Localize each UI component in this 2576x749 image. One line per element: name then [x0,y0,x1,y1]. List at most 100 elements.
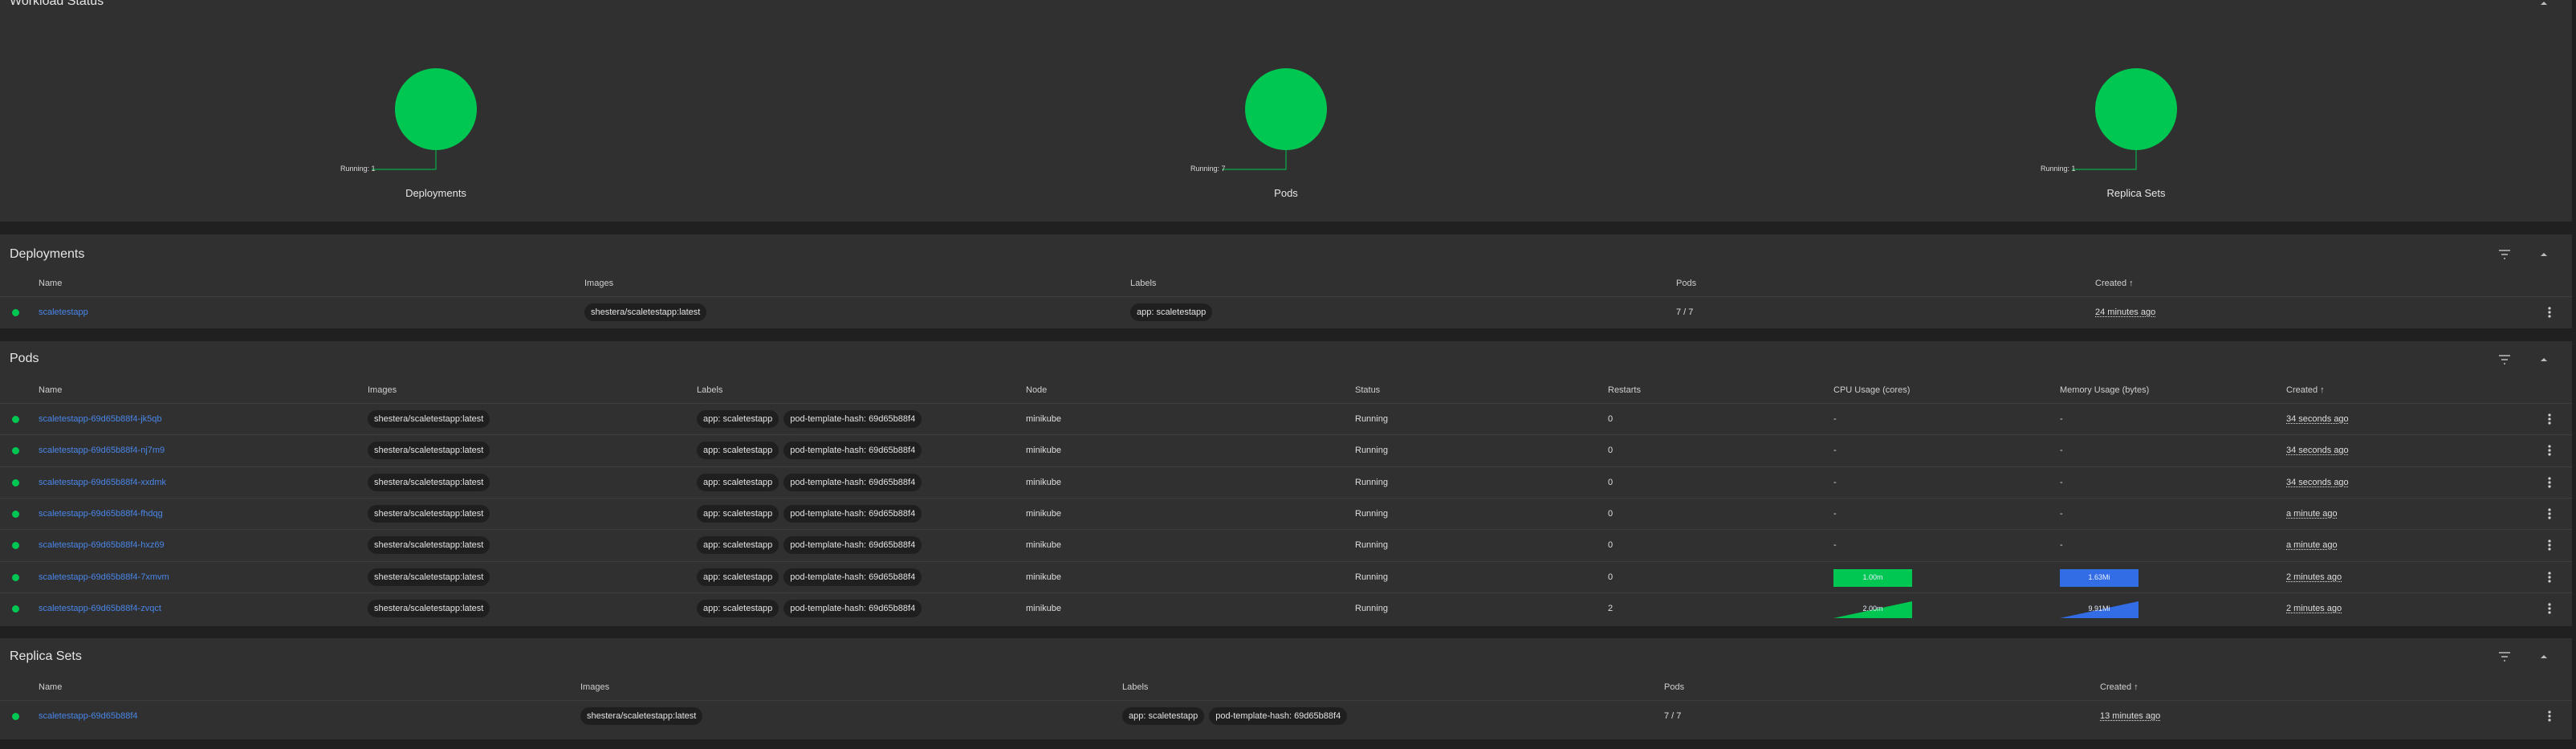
deployments-collapse-button[interactable] [2534,245,2554,264]
pod-labels: app: scaletestapp pod-template-hash: 69d6… [697,467,926,498]
filter-icon [2499,355,2510,364]
table-row[interactable]: scaletestapp-69d65b88f4 shestera/scalete… [0,700,2572,731]
table-row[interactable]: scaletestapp-69d65b88f4-fhdqg shestera/s… [0,497,2572,529]
deployment-name-link[interactable]: scaletestapp [39,297,88,328]
workload-pods[interactable]: Running: 7 Pods [1174,64,1398,233]
pods-col-memory: Memory Usage (bytes) [2060,385,2150,395]
pod-cpu: 1.00m [1833,562,1922,592]
collapse-workload-status-button[interactable] [2534,0,2554,13]
replica-sets-col-created[interactable]: Created ↑ [2100,678,2139,697]
pod-name-link[interactable]: scaletestapp-69d65b88f4-fhdqg [39,499,163,529]
deployments-filter-button[interactable] [2495,245,2514,264]
running-status-icon [12,604,19,613]
more-vert-icon [2548,710,2551,722]
row-actions-menu-button[interactable] [2540,303,2559,322]
replica-sets-filter-button[interactable] [2495,647,2514,666]
pod-restarts: 0 [1608,508,1614,519]
pod-labels: app: scaletestapp pod-template-hash: 69d6… [697,404,926,434]
pod-created: 34 seconds ago [2286,477,2349,487]
row-actions-menu-button[interactable] [2540,409,2559,429]
pod-restarts: 0 [1608,414,1614,424]
deployment-images: shestera/scaletestapp:latest [584,297,711,328]
image-chip: shestera/scaletestapp:latest [368,536,490,555]
pod-restarts: 0 [1608,446,1614,456]
pods-col-status[interactable]: Status [1355,381,1380,400]
label-chip: pod-template-hash: 69d65b88f4 [783,568,922,586]
workload-status-card: Workload Status Running: 1 Deployments R… [0,0,2572,222]
table-row[interactable]: scaletestapp-69d65b88f4-zvqct shestera/s… [0,592,2572,624]
cpu-sparkline-value: 2.00m [1862,604,1883,613]
pods-col-restarts[interactable]: Restarts [1608,381,1641,400]
replica-set-labels: app: scaletestapp pod-template-hash: 69d6… [1122,701,1352,731]
cpu-sparkline: 1.00m [1833,568,1912,587]
workload-deployments[interactable]: Running: 1 Deployments [324,64,548,233]
row-actions-menu-button[interactable] [2540,706,2559,726]
row-actions-menu-button[interactable] [2540,441,2559,460]
deployments-col-created[interactable]: Created ↑ [2095,274,2134,293]
pod-name-link[interactable]: scaletestapp-69d65b88f4-hxz69 [39,530,165,560]
pods-col-images[interactable]: Images [368,381,397,400]
pod-cpu: - [1833,508,1837,519]
deployments-col-pods[interactable]: Pods [1676,274,1696,293]
replica-sets-collapse-button[interactable] [2534,647,2554,666]
pod-images: shestera/scaletestapp:latest [368,435,494,466]
pod-name-link[interactable]: scaletestapp-69d65b88f4-7xmvm [39,562,169,592]
workload-replica-sets[interactable]: Running: 1 Replica Sets [2024,64,2248,233]
pods-col-name[interactable]: Name [39,381,62,400]
pod-labels: app: scaletestapp pod-template-hash: 69d6… [697,593,926,624]
deployments-col-images[interactable]: Images [584,274,613,293]
more-vert-icon [2548,508,2551,519]
label-chip: pod-template-hash: 69d65b88f4 [783,536,922,555]
replica-sets-col-pods[interactable]: Pods [1664,678,1684,697]
running-status-icon [12,573,19,581]
pod-created: 2 minutes ago [2286,572,2342,582]
pods-filter-button[interactable] [2495,350,2514,369]
label-chip: app: scaletestapp [697,568,779,586]
row-actions-menu-button[interactable] [2540,473,2559,492]
pod-cpu: 2.00m [1833,593,1922,624]
deployments-col-labels[interactable]: Labels [1130,274,1156,293]
pods-running-label: Running: 7 [1190,165,1226,173]
table-row[interactable]: scaletestapp-69d65b88f4-7xmvm shestera/s… [0,560,2572,592]
row-actions-menu-button[interactable] [2540,599,2559,618]
table-row[interactable]: scaletestapp-69d65b88f4-xxdmk shestera/s… [0,466,2572,498]
pods-col-node[interactable]: Node [1026,381,1047,400]
running-status-icon [12,478,19,486]
replica-sets-col-name[interactable]: Name [39,678,62,697]
memory-sparkline: 9.91Mi [2060,599,2139,618]
pods-collapse-button[interactable] [2534,350,2554,369]
more-vert-icon [2548,413,2551,425]
label-chip: pod-template-hash: 69d65b88f4 [783,504,922,523]
pods-col-labels[interactable]: Labels [697,381,722,400]
more-vert-icon [2548,539,2551,551]
row-actions-menu-button[interactable] [2540,568,2559,587]
label-chip: app: scaletestapp [697,442,779,460]
pod-labels: app: scaletestapp pod-template-hash: 69d6… [697,562,926,592]
pod-name-link[interactable]: scaletestapp-69d65b88f4-nj7m9 [39,435,165,466]
replica-sets-col-images[interactable]: Images [580,678,609,697]
pod-memory: - [2060,446,2063,456]
pods-col-created-label: Created [2286,385,2318,395]
pods-col-created[interactable]: Created ↑ [2286,381,2325,400]
table-row[interactable]: scaletestapp-69d65b88f4-hxz69 shestera/s… [0,529,2572,560]
pod-labels: app: scaletestapp pod-template-hash: 69d6… [697,499,926,529]
pod-node: minikube [1026,414,1062,424]
pod-name-link[interactable]: scaletestapp-69d65b88f4-jk5qb [39,404,162,434]
table-row[interactable]: scaletestapp-69d65b88f4-jk5qb shestera/s… [0,403,2572,434]
pod-name-link[interactable]: scaletestapp-69d65b88f4-zvqct [39,593,161,624]
image-chip: shestera/scaletestapp:latest [368,599,490,617]
replica-sets-col-labels[interactable]: Labels [1122,678,1148,697]
image-chip: shestera/scaletestapp:latest [368,410,490,429]
replica-set-name-link[interactable]: scaletestapp-69d65b88f4 [39,701,138,731]
row-actions-menu-button[interactable] [2540,504,2559,523]
pod-name-link[interactable]: scaletestapp-69d65b88f4-xxdmk [39,467,166,498]
pod-status: Running [1355,540,1388,551]
table-row[interactable]: scaletestapp-69d65b88f4-nj7m9 shestera/s… [0,434,2572,466]
arrow-up-icon: ↑ [2134,682,2139,692]
chevron-up-icon [2541,358,2547,361]
deployments-col-name[interactable]: Name [39,274,62,293]
pod-created: 2 minutes ago [2286,603,2342,613]
row-actions-menu-button[interactable] [2540,535,2559,555]
pod-status: Running [1355,477,1388,487]
table-row[interactable]: scaletestapp shestera/scaletestapp:lates… [0,296,2572,328]
